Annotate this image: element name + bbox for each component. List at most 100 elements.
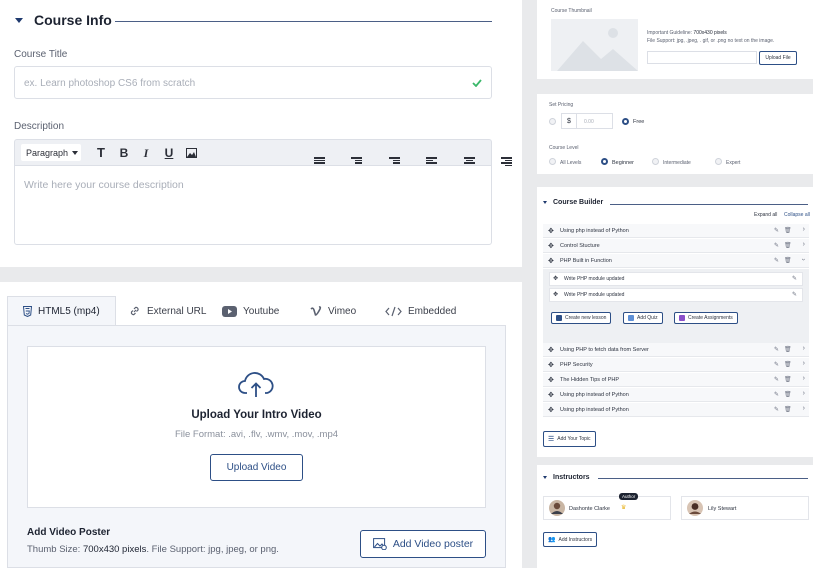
move-icon[interactable]: ✥ [548, 227, 554, 235]
trash-icon[interactable]: 🗑 [784, 376, 792, 383]
edit-icon[interactable]: ✎ [774, 227, 779, 234]
tab-youtube[interactable]: Youtube [222, 296, 279, 326]
edit-icon[interactable]: ✎ [774, 361, 779, 368]
thumbnail-file-input[interactable] [647, 51, 757, 64]
paragraph-select[interactable]: Paragraph [21, 144, 81, 161]
add-video-poster-label: Add Video poster [392, 538, 474, 550]
topic-row[interactable]: ✥ Using PHP to fetch data from Server ✎ … [543, 343, 809, 357]
chevron-right-icon[interactable]: › [803, 226, 805, 233]
underline-button[interactable]: U [158, 146, 180, 160]
trash-icon[interactable]: 🗑 [784, 361, 792, 368]
course-info-header[interactable]: Course Info [15, 12, 112, 28]
trash-icon[interactable]: 🗑 [784, 391, 792, 398]
move-icon[interactable]: ✥ [553, 291, 558, 298]
image-icon[interactable] [186, 148, 197, 158]
instructors-header[interactable]: Instructors [543, 474, 590, 481]
add-video-poster-button[interactable]: Add Video poster [360, 530, 486, 558]
price-input[interactable]: $ 0.00 [561, 113, 613, 129]
text-format-button[interactable]: T [90, 145, 112, 160]
topic-row[interactable]: ✥ Using php instead of Python ✎ 🗑 › [543, 224, 809, 238]
edit-icon[interactable]: ✎ [792, 275, 797, 282]
lesson-title: Write PHP module updated [564, 276, 625, 282]
trash-icon[interactable]: 🗑 [784, 346, 792, 353]
upload-file-button[interactable]: Upload File [759, 51, 797, 65]
trash-icon[interactable]: 🗑 [784, 242, 792, 249]
collapse-all-link[interactable]: Collapse all [784, 212, 810, 218]
chevron-right-icon[interactable]: › [803, 405, 805, 412]
course-builder-header[interactable]: Course Builder [543, 199, 603, 206]
edit-icon[interactable]: ✎ [774, 406, 779, 413]
topic-row[interactable]: ✥ PHP Security ✎ 🗑 › [543, 358, 809, 372]
thumbnail-support: File Support: jpg, .jpeg, . gif, or .png… [647, 38, 775, 44]
edit-icon[interactable]: ✎ [774, 242, 779, 249]
create-assignments-button[interactable]: Create Assignments [674, 312, 738, 324]
instructor-card[interactable]: Dashonte Clarke Author ♛ [543, 493, 671, 520]
tab-embedded-label: Embedded [408, 305, 457, 317]
level-radio-all[interactable] [549, 158, 556, 165]
instructor-card[interactable]: Lily Stewart [681, 496, 809, 520]
tab-html5[interactable]: HTML5 (mp4) [7, 296, 116, 326]
topic-row[interactable]: ✥ Using php instead of Python ✎ 🗑 › [543, 388, 809, 402]
move-icon[interactable]: ✥ [548, 391, 554, 399]
chevron-right-icon[interactable]: › [803, 390, 805, 397]
topic-row[interactable]: ✥ Using php instead of Python ✎ 🗑 › [543, 403, 809, 417]
bold-button[interactable]: B [113, 146, 135, 160]
course-title-label: Course Title [14, 49, 68, 60]
add-instructors-button[interactable]: 👥 Add Instructors [543, 532, 598, 547]
move-icon[interactable]: ✥ [548, 376, 554, 384]
edit-icon[interactable]: ✎ [774, 346, 779, 353]
instructors-divider [598, 478, 808, 479]
level-radio-expert[interactable] [715, 158, 722, 165]
chevron-right-icon[interactable]: › [803, 375, 805, 382]
free-radio[interactable] [622, 118, 629, 125]
trash-icon[interactable]: 🗑 [784, 227, 792, 234]
level-radio-beginner[interactable] [601, 158, 608, 165]
chevron-right-icon[interactable]: › [803, 241, 805, 248]
topic-row-expanded[interactable]: ✥ PHP Built in Function ✎ 🗑 › [543, 254, 809, 268]
avatar [687, 500, 703, 516]
move-icon[interactable]: ✥ [548, 242, 554, 250]
topic-row[interactable]: ✥ Control Stucture ✎ 🗑 › [543, 239, 809, 253]
course-title-input[interactable]: ex. Learn photoshop CS6 from scratch [14, 66, 492, 99]
topic-title: Using php instead of Python [560, 407, 629, 413]
price-placeholder: 0.00 [584, 119, 594, 125]
course-info-title: Course Info [34, 12, 112, 28]
move-icon[interactable]: ✥ [548, 406, 554, 414]
trash-icon[interactable]: 🗑 [784, 257, 792, 264]
chevron-down-icon[interactable]: › [799, 258, 806, 260]
move-icon[interactable]: ✥ [548, 257, 554, 265]
expand-all-link[interactable]: Expand all [754, 212, 777, 218]
list-plus-icon: ☰ [548, 436, 555, 443]
level-radio-intermediate[interactable] [652, 158, 659, 165]
tab-external-url[interactable]: External URL [129, 296, 206, 326]
edit-icon[interactable]: ✎ [774, 376, 779, 383]
add-quiz-label: Add Quiz [637, 315, 658, 321]
add-topic-button[interactable]: ☰ Add Your Topic [543, 431, 596, 447]
chevron-right-icon[interactable]: › [803, 360, 805, 367]
tab-embedded[interactable]: Embedded [385, 296, 456, 326]
topic-row[interactable]: ✥ The Hidden Tips of PHP ✎ 🗑 › [543, 373, 809, 387]
edit-icon[interactable]: ✎ [792, 291, 797, 298]
edit-icon[interactable]: ✎ [774, 391, 779, 398]
topic-title: PHP Security [560, 362, 593, 368]
edit-icon[interactable]: ✎ [774, 257, 779, 264]
move-icon[interactable]: ✥ [548, 346, 554, 354]
move-icon[interactable]: ✥ [548, 361, 554, 369]
create-lesson-button[interactable]: Create new lesson [551, 312, 612, 324]
level-expert-label: Expert [726, 160, 741, 166]
description-editor[interactable]: Write here your course description [14, 165, 492, 245]
tab-vimeo[interactable]: Vimeo [310, 296, 356, 326]
description-placeholder: Write here your course description [24, 179, 184, 191]
italic-button[interactable]: I [135, 146, 157, 161]
paid-radio[interactable] [549, 118, 556, 125]
align-right-icon[interactable] [501, 157, 512, 166]
lesson-row[interactable]: ✥ Write PHP module updated ✎ [549, 272, 803, 286]
upload-video-button[interactable]: Upload Video [210, 454, 303, 481]
course-title-placeholder: ex. Learn photoshop CS6 from scratch [24, 78, 196, 89]
thumbnail-preview[interactable] [551, 19, 638, 71]
lesson-row[interactable]: ✥ Write PHP module updated ✎ [549, 288, 803, 302]
add-quiz-button[interactable]: Add Quiz [623, 312, 663, 324]
move-icon[interactable]: ✥ [553, 275, 558, 282]
chevron-right-icon[interactable]: › [803, 345, 805, 352]
trash-icon[interactable]: 🗑 [784, 406, 792, 413]
